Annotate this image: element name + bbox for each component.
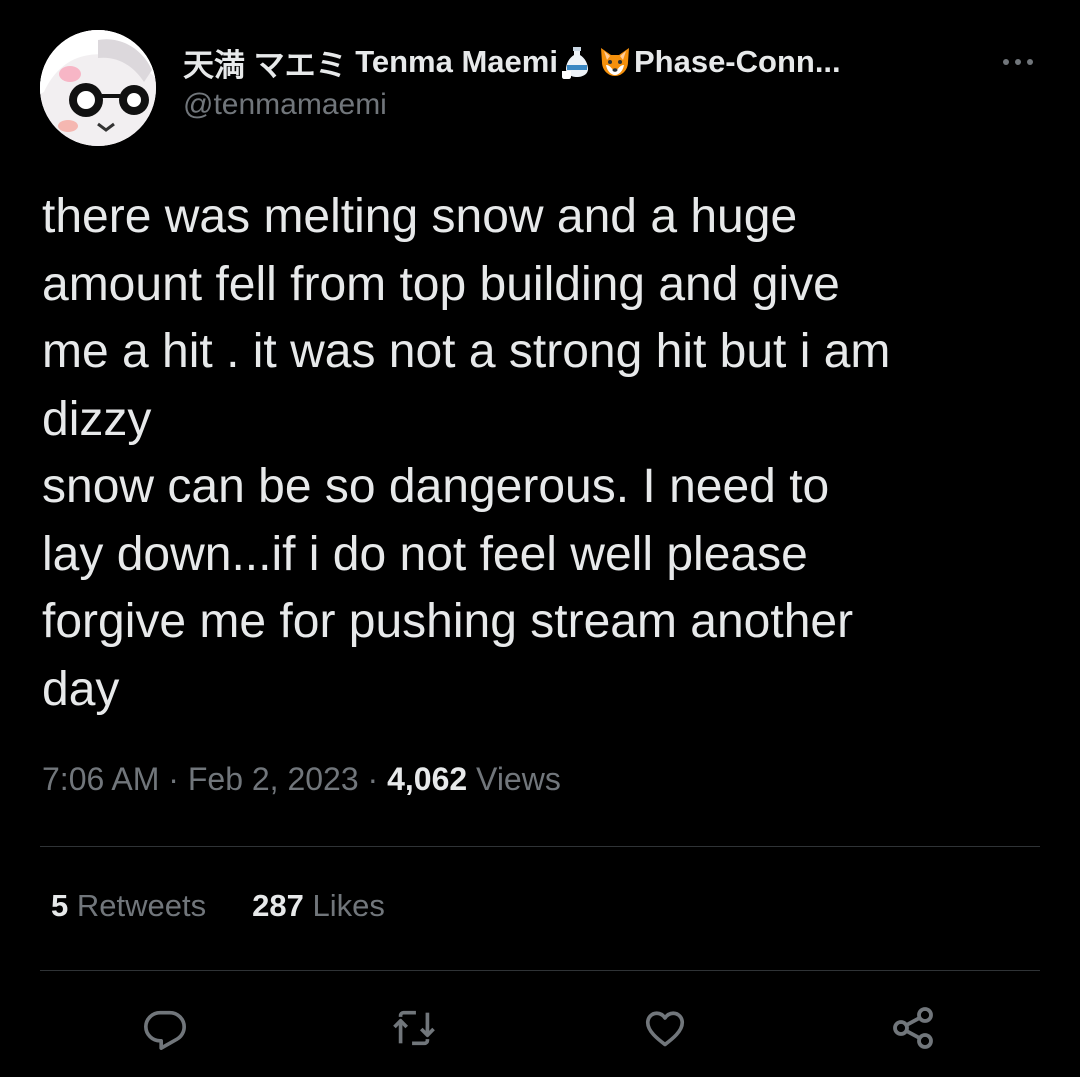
fox-emoji-icon bbox=[598, 45, 632, 79]
likes-count: 287 bbox=[252, 888, 304, 923]
retweets-stat[interactable]: 5 Retweets bbox=[51, 888, 206, 924]
views-label: Views bbox=[476, 761, 561, 797]
tweet-stats: 5 Retweets 287 Likes bbox=[51, 888, 385, 924]
author-handle[interactable]: @tenmamaemi bbox=[183, 88, 387, 122]
retweet-icon bbox=[393, 1010, 435, 1046]
tweet-text: there was melting snow and a huge amount… bbox=[42, 190, 891, 716]
retweets-count: 5 bbox=[51, 888, 69, 923]
more-options-button[interactable] bbox=[996, 44, 1040, 80]
like-button[interactable] bbox=[640, 1003, 690, 1053]
more-options-icon bbox=[1003, 59, 1033, 65]
tweet-date[interactable]: Feb 2, 2023 bbox=[188, 761, 359, 797]
retweet-button[interactable] bbox=[389, 1003, 439, 1053]
reply-icon bbox=[144, 1010, 186, 1050]
share-button[interactable] bbox=[888, 1003, 938, 1053]
likes-label: Likes bbox=[312, 888, 385, 923]
meta-separator: · bbox=[168, 761, 179, 797]
reply-button[interactable] bbox=[140, 1003, 190, 1053]
meta-separator: · bbox=[367, 761, 379, 797]
like-icon bbox=[645, 1011, 685, 1047]
divider bbox=[40, 970, 1040, 971]
display-name-tail: Phase-Conn... bbox=[633, 44, 841, 79]
avatar-image bbox=[40, 30, 156, 146]
share-icon bbox=[893, 1007, 933, 1049]
divider bbox=[40, 846, 1040, 847]
tweet-meta: 7:06 AM · Feb 2, 2023 · 4,062 Views bbox=[42, 761, 561, 798]
sake-emoji-icon bbox=[560, 45, 594, 79]
tweet-time[interactable]: 7:06 AM bbox=[42, 761, 159, 797]
author-display-name[interactable]: 天満 マエミ Tenma Maemi Phase-Conn... bbox=[183, 40, 841, 84]
display-name-jp: 天満 マエミ bbox=[183, 47, 347, 83]
likes-stat[interactable]: 287 Likes bbox=[252, 888, 385, 924]
avatar[interactable] bbox=[40, 30, 156, 146]
view-count: 4,062 bbox=[387, 761, 468, 797]
retweets-label: Retweets bbox=[76, 888, 207, 923]
display-name-en: Tenma Maemi bbox=[355, 44, 558, 79]
